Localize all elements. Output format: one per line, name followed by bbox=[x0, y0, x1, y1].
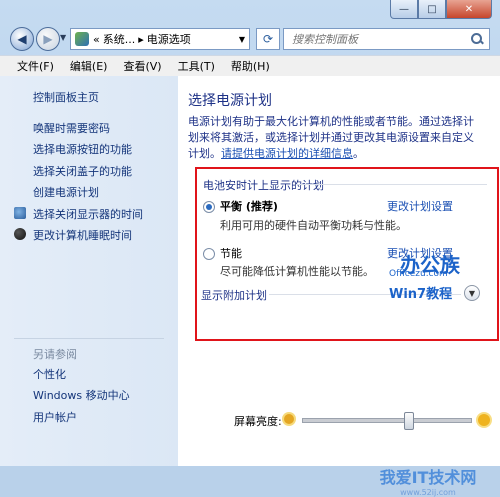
page-title: 选择电源计划 bbox=[188, 93, 272, 109]
brightness-slider-thumb[interactable] bbox=[403, 412, 414, 430]
menu-view[interactable]: 查看(V) bbox=[115, 58, 169, 74]
watermark-logo-sub: Win7教程 bbox=[389, 287, 453, 302]
sidebar-item-create-plan[interactable]: 创建电源计划 bbox=[33, 184, 99, 200]
see-also-personalize[interactable]: 个性化 bbox=[33, 366, 66, 382]
site-watermark-text: 我爱IT技术网 bbox=[379, 468, 477, 487]
arrow-right-icon: ▶ bbox=[43, 32, 53, 46]
refresh-icon: ⟳ bbox=[262, 32, 274, 46]
refresh-button[interactable]: ⟳ bbox=[256, 28, 280, 50]
description-line-2: 划来将其激活，或选择计划并通过更改其电源设置来自定义 bbox=[188, 131, 474, 144]
power-options-window: — □ ✕ ◀ ▶ ▼ « 系统... ▸ 电源选项 ▼ ⟳ 文件(F) 编辑(… bbox=[0, 0, 500, 497]
menu-edit[interactable]: 编辑(E) bbox=[62, 58, 116, 74]
group-divider bbox=[297, 184, 487, 185]
sidebar-item-lid-close[interactable]: 选择关闭盖子的功能 bbox=[33, 163, 132, 179]
description-suffix: 。 bbox=[353, 147, 364, 160]
menu-help[interactable]: 帮助(H) bbox=[223, 58, 278, 74]
search-icon[interactable] bbox=[470, 32, 484, 46]
sidebar-home-link[interactable]: 控制面板主页 bbox=[33, 89, 99, 105]
sidebar-item-wake-password[interactable]: 唤醒时需要密码 bbox=[33, 120, 110, 136]
history-dropdown[interactable]: ▼ bbox=[60, 33, 66, 42]
description-line-1: 电源计划有助于最大化计算机的性能或者节能。通过选择计 bbox=[188, 115, 474, 128]
close-button[interactable]: ✕ bbox=[446, 0, 492, 19]
site-watermark: 我爱IT技术网 www.52ij.com bbox=[328, 464, 500, 497]
description-prefix: 计划。 bbox=[188, 147, 221, 160]
power-saver-radio[interactable] bbox=[203, 248, 215, 260]
forward-button[interactable]: ▶ bbox=[36, 27, 60, 51]
address-bar[interactable]: « 系统... ▸ 电源选项 ▼ bbox=[70, 28, 250, 50]
search-input[interactable] bbox=[284, 31, 470, 47]
control-panel-icon bbox=[75, 32, 89, 46]
sidebar: 控制面板主页 唤醒时需要密码 选择电源按钮的功能 选择关闭盖子的功能 创建电源计… bbox=[0, 76, 178, 466]
balanced-plan-name[interactable]: 平衡 (推荐) bbox=[220, 198, 278, 214]
plan-details-link[interactable]: 请提供电源计划的详细信息 bbox=[221, 147, 353, 160]
page-description: 电源计划有助于最大化计算机的性能或者节能。通过选择计 划来将其激活，或选择计划并… bbox=[188, 114, 486, 162]
show-additional-plans[interactable]: 显示附加计划 bbox=[201, 287, 267, 303]
window-caption-buttons: — □ ✕ bbox=[390, 0, 492, 19]
menu-tools[interactable]: 工具(T) bbox=[170, 58, 223, 74]
balanced-radio[interactable] bbox=[203, 201, 215, 213]
monitor-icon bbox=[14, 207, 26, 219]
balanced-plan-desc: 利用可用的硬件自动平衡功耗与性能。 bbox=[220, 219, 407, 232]
brightness-label: 屏幕亮度: bbox=[234, 415, 282, 428]
breadcrumb-back[interactable]: « bbox=[93, 33, 100, 46]
power-saver-plan-name[interactable]: 节能 bbox=[220, 245, 242, 261]
plan-group-title: 电池安时计上显示的计划 bbox=[203, 179, 324, 192]
watermark-logo-url: Officezu.com bbox=[389, 269, 448, 279]
plan-selection-group: 电池安时计上显示的计划 平衡 (推荐) 利用可用的硬件自动平衡功耗与性能。 更改… bbox=[195, 167, 499, 341]
breadcrumb-power-options[interactable]: 电源选项 bbox=[147, 31, 191, 47]
minimize-button[interactable]: — bbox=[390, 0, 418, 19]
see-also-mobility-center[interactable]: Windows 移动中心 bbox=[33, 387, 130, 403]
brightness-slider[interactable] bbox=[302, 412, 472, 430]
see-also-heading: 另请参阅 bbox=[33, 348, 77, 361]
dim-sun-icon bbox=[284, 414, 294, 424]
menu-file[interactable]: 文件(F) bbox=[0, 58, 62, 74]
description-line-3: 计划。请提供电源计划的详细信息。 bbox=[188, 146, 486, 162]
sidebar-item-sleep-time[interactable]: 更改计算机睡眠时间 bbox=[33, 227, 132, 243]
sidebar-item-power-button[interactable]: 选择电源按钮的功能 bbox=[33, 141, 132, 157]
bright-sun-icon bbox=[478, 414, 490, 426]
see-also-user-accounts[interactable]: 用户帐户 bbox=[33, 409, 77, 425]
sidebar-divider bbox=[14, 338, 164, 339]
breadcrumb-system[interactable]: 系统... bbox=[103, 31, 136, 47]
search-box[interactable] bbox=[283, 28, 490, 50]
moon-icon bbox=[14, 228, 26, 240]
arrow-left-icon: ◀ bbox=[17, 32, 27, 46]
balanced-change-settings-link[interactable]: 更改计划设置 bbox=[387, 198, 453, 214]
sidebar-item-display-off[interactable]: 选择关闭显示器的时间 bbox=[33, 206, 143, 222]
power-saver-plan-desc: 尽可能降低计算机性能以节能。 bbox=[220, 265, 374, 278]
expand-chevron-icon[interactable]: ▼ bbox=[464, 285, 480, 301]
navigation-bar: ◀ ▶ ▼ « 系统... ▸ 电源选项 ▼ ⟳ bbox=[0, 25, 500, 53]
chevron-down-icon[interactable]: ▼ bbox=[239, 35, 245, 44]
back-button[interactable]: ◀ bbox=[10, 27, 34, 51]
maximize-button[interactable]: □ bbox=[418, 0, 446, 19]
site-watermark-url: www.52ij.com bbox=[400, 488, 456, 497]
breadcrumb-separator[interactable]: ▸ bbox=[138, 33, 144, 46]
main-content: 选择电源计划 电源计划有助于最大化计算机的性能或者节能。通过选择计 划来将其激活… bbox=[178, 76, 500, 497]
menu-bar: 文件(F) 编辑(E) 查看(V) 工具(T) 帮助(H) bbox=[0, 55, 500, 76]
